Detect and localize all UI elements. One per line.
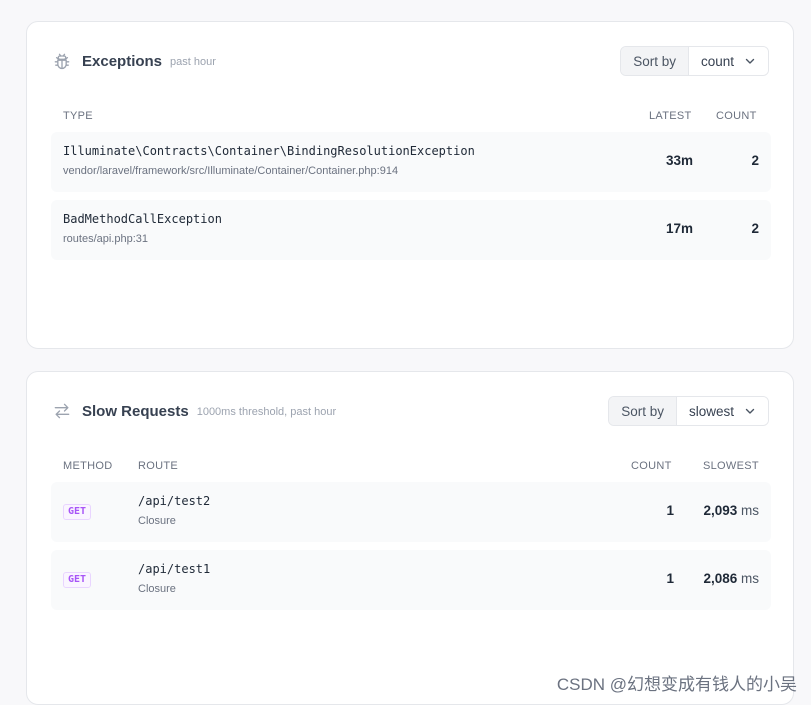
slow-requests-card: Slow Requests 1000ms threshold, past hou… xyxy=(26,371,794,705)
column-header-route: ROUTE xyxy=(138,460,178,472)
column-header-slowest: SLOWEST xyxy=(703,460,759,472)
sort-label: Sort by xyxy=(621,47,689,75)
slow-requests-subtitle: 1000ms threshold, past hour xyxy=(196,406,337,418)
sort-value-text: count xyxy=(700,53,734,69)
exception-count: 2 xyxy=(751,221,759,236)
watermark: CSDN @幻想变成有钱人的小吴 xyxy=(556,675,797,694)
exception-class: BadMethodCallException xyxy=(63,212,222,226)
request-route: /api/test2 xyxy=(138,494,211,508)
exception-location: vendor/laravel/framework/src/Illuminate/… xyxy=(63,165,399,177)
table-row[interactable]: BadMethodCallException routes/api.php:31… xyxy=(51,200,771,260)
request-slowest: 2,086 ms xyxy=(703,571,759,586)
chevron-down-icon xyxy=(744,55,756,67)
request-slowest-unit: ms xyxy=(741,503,759,518)
exception-latest: 17m xyxy=(665,221,693,236)
request-count: 1 xyxy=(666,571,674,586)
request-slowest-unit: ms xyxy=(741,571,759,586)
exception-location: routes/api.php:31 xyxy=(63,233,149,245)
request-action: Closure xyxy=(138,515,176,527)
slow-requests-sort-select[interactable]: Sort by slowest xyxy=(608,396,769,426)
column-header-count: COUNT xyxy=(716,110,757,122)
exceptions-sort-select[interactable]: Sort by count xyxy=(620,46,769,76)
table-row[interactable]: Illuminate\Contracts\Container\BindingRe… xyxy=(51,132,771,192)
exception-latest: 33m xyxy=(665,153,693,168)
table-row[interactable]: GET /api/test2 Closure 1 2,093 ms xyxy=(51,482,771,542)
request-route: /api/test1 xyxy=(138,562,211,576)
table-row[interactable]: GET /api/test1 Closure 1 2,086 ms xyxy=(51,550,771,610)
exceptions-header: Exceptions past hour Sort by count xyxy=(51,46,769,76)
request-slowest-value: 2,093 xyxy=(703,503,738,518)
chevron-down-icon xyxy=(744,405,756,417)
exception-count: 2 xyxy=(751,153,759,168)
slow-requests-title: Slow Requests xyxy=(82,402,189,420)
request-slowest: 2,093 ms xyxy=(703,503,759,518)
sort-value[interactable]: count xyxy=(688,47,768,75)
request-count: 1 xyxy=(666,503,674,518)
exceptions-title: Exceptions xyxy=(82,52,163,70)
method-badge: GET xyxy=(63,504,92,520)
request-slowest-value: 2,086 xyxy=(703,571,738,586)
exceptions-subtitle: past hour xyxy=(170,56,216,68)
sort-value-text: slowest xyxy=(688,403,734,419)
method-badge: GET xyxy=(63,572,92,588)
slow-requests-header: Slow Requests 1000ms threshold, past hou… xyxy=(51,396,769,426)
sort-value[interactable]: slowest xyxy=(676,397,768,425)
arrows-swap-icon xyxy=(51,400,73,422)
column-header-type: TYPE xyxy=(63,110,93,122)
exceptions-card: Exceptions past hour Sort by count TYPE … xyxy=(26,21,794,349)
bug-icon xyxy=(51,50,73,72)
exception-class: Illuminate\Contracts\Container\BindingRe… xyxy=(63,144,475,158)
column-header-method: METHOD xyxy=(63,460,113,472)
column-header-latest: LATEST xyxy=(649,110,692,122)
request-action: Closure xyxy=(138,583,176,595)
sort-label: Sort by xyxy=(609,397,677,425)
column-header-count: COUNT xyxy=(631,460,672,472)
